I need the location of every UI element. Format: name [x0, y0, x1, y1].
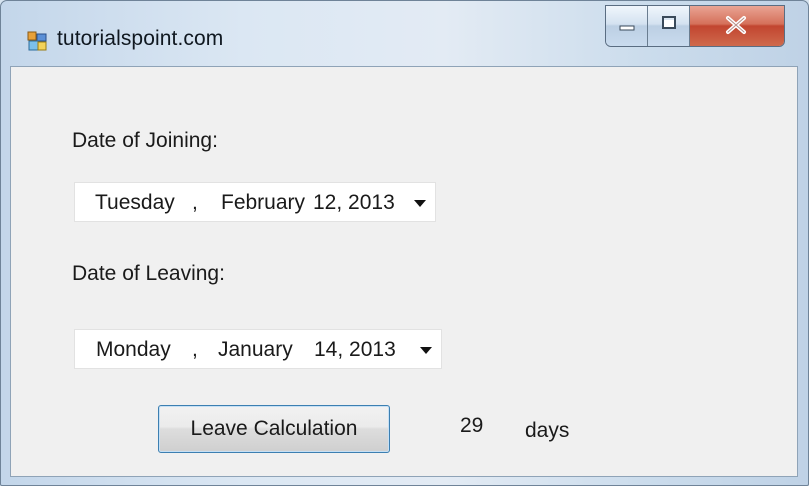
app-window: tutorialspoint.com Date of Joining: Tues… — [0, 0, 809, 486]
joining-day-of-week: Tuesday — [95, 191, 175, 214]
close-button[interactable] — [690, 6, 784, 46]
app-icon — [27, 31, 47, 51]
leaving-dropdown-arrow-icon[interactable] — [420, 347, 432, 354]
caption-buttons — [605, 5, 785, 47]
leaving-month: January — [218, 338, 293, 361]
result-days-value: 29 — [460, 414, 484, 437]
title-bar[interactable]: tutorialspoint.com — [1, 1, 808, 65]
leaving-date-label: Date of Leaving: — [72, 262, 225, 285]
joining-separator: , — [192, 191, 198, 214]
joining-month: February — [221, 191, 306, 214]
leaving-day-year: 14, 2013 — [314, 338, 396, 361]
joining-date-label: Date of Joining: — [72, 129, 218, 152]
leaving-date-picker[interactable]: Monday , January 14, 2013 — [74, 329, 442, 369]
leaving-separator: , — [192, 338, 198, 361]
leaving-day-of-week: Monday — [96, 338, 171, 361]
joining-date-picker[interactable]: Tuesday , February 12, 2013 — [74, 182, 436, 222]
minimize-icon — [619, 25, 635, 31]
form-client-area: Date of Joining: Tuesday , February 12, … — [10, 66, 798, 477]
minimize-button[interactable] — [606, 6, 648, 46]
maximize-icon — [662, 16, 676, 29]
close-icon — [726, 16, 746, 34]
leave-calculation-button[interactable]: Leave Calculation — [158, 405, 390, 453]
result-days-unit: days — [525, 419, 570, 442]
window-title: tutorialspoint.com — [57, 27, 224, 50]
joining-dropdown-arrow-icon[interactable] — [414, 200, 426, 207]
maximize-button[interactable] — [648, 6, 690, 46]
joining-day-year: 12, 2013 — [313, 191, 395, 214]
